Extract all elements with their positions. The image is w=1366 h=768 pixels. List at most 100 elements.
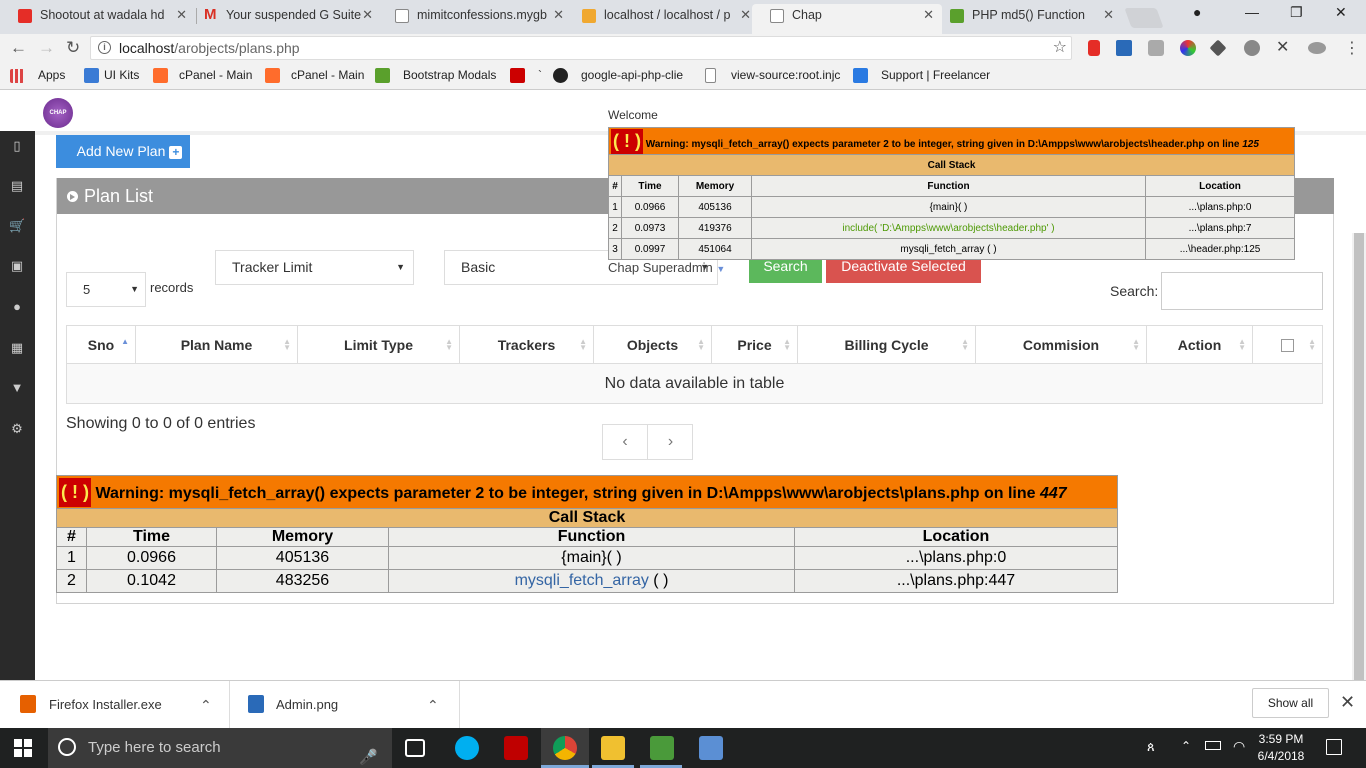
extension-icon[interactable]: [1308, 42, 1326, 54]
col-trackers[interactable]: Trackers ▲ ▼: [459, 325, 594, 364]
tab-phpmyadmin[interactable]: localhost / localhost / p ✕: [564, 4, 759, 34]
task-view-icon[interactable]: [405, 739, 425, 757]
mobile-icon[interactable]: ▯: [9, 138, 25, 153]
bookmark-bootstrap-modals[interactable]: Bootstrap Modals: [375, 68, 496, 83]
color-picker-icon[interactable]: [1180, 40, 1196, 56]
bookmark-star-icon[interactable]: ☆: [1053, 37, 1067, 59]
windows-start-icon[interactable]: [14, 739, 32, 757]
scrollbar-thumb[interactable]: [1354, 233, 1364, 680]
col-objects[interactable]: Objects ▲ ▼: [593, 325, 712, 364]
briefcase-icon[interactable]: ▣: [9, 258, 25, 273]
new-tab-button[interactable]: [1124, 8, 1164, 28]
battery-icon[interactable]: [1205, 741, 1221, 750]
book-icon[interactable]: ▤: [9, 178, 25, 193]
extension-icon[interactable]: [1148, 40, 1164, 56]
table-info: Showing 0 to 0 of 0 entries: [66, 415, 256, 432]
skype-icon[interactable]: [455, 736, 479, 760]
col-price[interactable]: Price ▲ ▼: [711, 325, 798, 364]
eraser-icon[interactable]: [1209, 39, 1227, 57]
wifi-icon[interactable]: ◠: [1233, 738, 1245, 755]
bookmark-cpanel-2[interactable]: cPanel - Main: [265, 68, 364, 83]
opera-icon[interactable]: [1088, 40, 1100, 56]
new-extension-icon[interactable]: [1116, 40, 1132, 56]
scrollbar[interactable]: [1352, 233, 1366, 680]
next-page-button[interactable]: ›: [648, 425, 693, 459]
tab-gmail[interactable]: M Your suspended G Suite ✕: [186, 4, 381, 34]
add-new-plan-button[interactable]: Add New Plan +: [56, 135, 190, 168]
pin-icon[interactable]: ▼: [9, 380, 25, 395]
col-num: #: [56, 527, 87, 547]
extension-icon[interactable]: [1244, 40, 1260, 56]
records-per-page-select[interactable]: 5 ▼: [66, 272, 146, 307]
close-icon[interactable]: ✕: [362, 4, 373, 26]
microphone-icon[interactable]: 🎤: [359, 738, 378, 768]
file-explorer-icon[interactable]: [601, 736, 625, 760]
select-all-checkbox[interactable]: [1281, 339, 1294, 353]
firefox-installer-icon: [20, 695, 36, 713]
chevron-up-icon[interactable]: ⌃: [427, 681, 439, 729]
people-icon[interactable]: ጰ: [1147, 739, 1155, 755]
col-commision[interactable]: Commision ▲ ▼: [975, 325, 1147, 364]
calendar-icon[interactable]: ▦: [9, 340, 25, 355]
info-icon[interactable]: i: [98, 41, 111, 54]
user-menu[interactable]: Chap Superadmin ▼: [608, 260, 725, 275]
cart-icon[interactable]: 🛒: [9, 218, 25, 233]
bookmark-freelancer[interactable]: Support | Freelancer: [853, 68, 990, 83]
close-window-icon[interactable]: ✕: [1335, 4, 1347, 21]
sort-icon: ▲ ▼: [1238, 337, 1246, 352]
profile-icon[interactable]: ●: [1193, 4, 1201, 20]
show-all-button[interactable]: Show all: [1252, 688, 1329, 718]
limit-type-select[interactable]: Tracker Limit ▼: [215, 250, 414, 285]
cpanel-icon: [265, 68, 280, 83]
chrome-icon[interactable]: [553, 736, 577, 760]
stack-row: 3 0.0997 451064 mysqli_fetch_array ( ) .…: [608, 238, 1295, 260]
close-icon[interactable]: ✕: [740, 4, 751, 26]
bookmark-google-api[interactable]: google-api-php-clie: [553, 68, 683, 83]
github-icon: [553, 68, 568, 83]
maximize-icon[interactable]: ❐: [1290, 4, 1303, 21]
tab-title: Your suspended G Suite: [226, 8, 362, 22]
user-icon[interactable]: ●: [9, 299, 25, 314]
menu-icon[interactable]: ⋮: [1344, 38, 1360, 58]
tab-chap[interactable]: Chap ✕: [752, 4, 942, 34]
prev-page-button[interactable]: ‹: [603, 425, 648, 459]
tab-mimit[interactable]: mimitconfessions.mygb ✕: [377, 4, 572, 34]
tools-icon[interactable]: ✕: [1276, 37, 1292, 56]
col-limit-type[interactable]: Limit Type ▲ ▼: [297, 325, 460, 364]
bookmark-ui-kits[interactable]: UI Kits: [84, 68, 139, 83]
spreadsheet-icon[interactable]: [650, 736, 674, 760]
col-plan-name[interactable]: Plan Name ▲ ▼: [135, 325, 298, 364]
download-item-admin[interactable]: Admin.png ⌃: [230, 681, 460, 729]
tab-youtube[interactable]: Shootout at wadala hd ✕: [0, 4, 195, 34]
col-billing-cycle[interactable]: Billing Cycle ▲ ▼: [797, 325, 976, 364]
chevron-up-icon[interactable]: ⌃: [1181, 739, 1191, 753]
close-icon[interactable]: ✕: [1340, 692, 1355, 713]
bookmark-backtick[interactable]: `: [518, 68, 542, 82]
close-icon[interactable]: ✕: [1103, 4, 1114, 26]
bookmark-cpanel[interactable]: cPanel - Main: [153, 68, 252, 83]
bookmark-view-source[interactable]: view-source:root.injc: [705, 68, 840, 83]
url-bar[interactable]: i localhost/arobjects/plans.php ☆: [90, 36, 1072, 60]
bookmark-apps[interactable]: Apps: [10, 68, 65, 83]
warning-mark: ( ! ): [611, 128, 643, 154]
reload-icon[interactable]: ↻: [66, 38, 80, 58]
action-center-icon[interactable]: [1326, 739, 1342, 755]
clock[interactable]: 3:59 PM 6/4/2018: [1256, 731, 1306, 765]
col-sno[interactable]: Sno ▲: [66, 325, 136, 364]
tab-php-md5[interactable]: PHP md5() Function ✕: [932, 4, 1122, 34]
minimize-icon[interactable]: —: [1245, 4, 1259, 20]
back-icon[interactable]: ←: [10, 38, 27, 58]
forward-icon[interactable]: →: [38, 38, 55, 58]
filezilla-icon[interactable]: [504, 736, 528, 760]
col-action[interactable]: Action ▲ ▼: [1146, 325, 1253, 364]
records-label: records: [150, 280, 194, 295]
chevron-up-icon[interactable]: ⌃: [200, 681, 212, 729]
table-search-input[interactable]: [1161, 272, 1323, 310]
close-icon[interactable]: ✕: [553, 4, 564, 26]
virtualbox-icon[interactable]: [699, 736, 723, 760]
cogs-icon[interactable]: ⚙: [9, 421, 25, 436]
download-item-firefox[interactable]: Firefox Installer.exe ⌃: [0, 681, 230, 729]
taskbar-search-box[interactable]: Type here to search 🎤: [48, 728, 392, 768]
function-link[interactable]: mysqli_fetch_array: [515, 572, 649, 589]
col-select-all[interactable]: ▲ ▼: [1252, 325, 1323, 364]
